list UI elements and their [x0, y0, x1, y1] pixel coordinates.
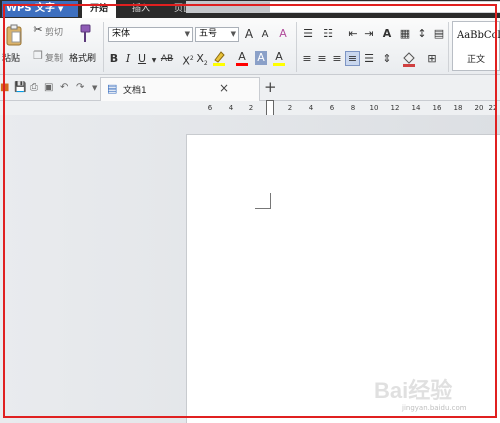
watermark-text: Bai经验: [374, 378, 452, 403]
ribbon-divider: [296, 22, 297, 72]
superscript-button[interactable]: X2: [182, 52, 194, 69]
line-spacing-icon[interactable]: ⇕: [380, 52, 394, 66]
underline-button[interactable]: U: [136, 52, 148, 66]
print-icon[interactable]: ⎙: [30, 81, 38, 95]
subscript-x: X: [196, 52, 204, 65]
ruler-tick: 6: [207, 104, 213, 112]
chevron-down-icon[interactable]: ▼: [92, 81, 97, 95]
ribbon-toolbar: 粘贴 ✂ 剪切 ❐ 复制 格式刷 宋体 ▼ 五号 ▼ A A A B I U ▼ A…: [0, 18, 500, 75]
app-title: WPS 文字: [6, 3, 56, 14]
style-preview-text: AaBbCcDd: [457, 30, 500, 41]
strikethrough-button[interactable]: AB: [158, 52, 176, 66]
ruler-tick: 2: [248, 104, 254, 112]
watermark-url: jingyan.baidu.com: [402, 404, 467, 412]
redo-icon[interactable]: ↷: [76, 81, 84, 95]
indent-marker[interactable]: [266, 100, 274, 116]
ruler-tick: 22: [488, 104, 498, 112]
document-tab-label: 文档1: [123, 86, 147, 96]
subscript-button[interactable]: X2: [196, 52, 208, 71]
font-color-button[interactable]: A: [236, 50, 248, 66]
font-name-select[interactable]: 宋体 ▼: [108, 27, 193, 42]
align-left-icon[interactable]: ≡: [300, 52, 314, 66]
copy-icon[interactable]: ❐: [32, 49, 44, 63]
paste-button[interactable]: 粘贴: [2, 51, 20, 64]
ruler-tick: 10: [369, 104, 379, 112]
close-tab-button[interactable]: ×: [219, 81, 229, 95]
dropdown-caret-icon: ▼: [58, 5, 64, 13]
char-shading-button[interactable]: A: [255, 51, 267, 65]
ruler-tick: 20: [474, 104, 484, 112]
chevron-down-icon: ▼: [184, 30, 190, 38]
format-painter-button[interactable]: 格式刷: [69, 51, 96, 64]
chevron-down-icon[interactable]: ▼: [150, 54, 158, 68]
ribbon-divider: [103, 22, 104, 72]
copy-button[interactable]: 复制: [45, 51, 63, 64]
open-folder-icon[interactable]: ■: [0, 81, 9, 95]
text-direction-icon[interactable]: A: [380, 27, 394, 41]
document-icon: ▤: [107, 82, 118, 95]
ruler-tick: 16: [432, 104, 442, 112]
increase-indent-icon[interactable]: ⇥: [362, 27, 376, 41]
undo-icon[interactable]: ↶: [60, 81, 68, 95]
highlight-color-swatch: [273, 63, 285, 66]
align-center-icon[interactable]: ≡: [315, 52, 329, 66]
grow-font-button[interactable]: A: [243, 27, 255, 41]
text-highlight-letter: A: [275, 50, 283, 63]
bullet-list-icon[interactable]: ☰: [300, 27, 316, 41]
align-right-icon[interactable]: ≡: [330, 52, 344, 66]
highlighter-icon[interactable]: [212, 50, 226, 70]
app-menu-button[interactable]: WPS 文字 ▼: [2, 1, 78, 17]
text-highlight-button[interactable]: A: [272, 50, 286, 66]
borders-icon[interactable]: ⊞: [425, 52, 439, 66]
justify-icon[interactable]: ≡: [345, 51, 360, 66]
ruler-tick: 4: [308, 104, 314, 112]
font-color-swatch: [236, 63, 248, 66]
style-gallery-normal[interactable]: AaBbCcDd 正文: [452, 21, 500, 71]
document-tab-bar: ■ 💾 ⎙ ▣ ↶ ↷ ▼ ▤ 文档1 × +: [0, 75, 500, 101]
subscript-mark: 2: [203, 60, 208, 68]
ruler-tick: 6: [329, 104, 335, 112]
bold-button[interactable]: B: [108, 52, 120, 66]
save-icon[interactable]: 💾: [14, 81, 26, 95]
numbered-list-icon[interactable]: ☷: [320, 27, 336, 41]
decrease-indent-icon[interactable]: ⇤: [346, 27, 360, 41]
superscript-x: X: [182, 54, 190, 68]
clear-formatting-button[interactable]: A: [276, 27, 290, 41]
table-grid-icon[interactable]: ▦: [398, 27, 412, 41]
ruler-tick: 8: [350, 104, 356, 112]
font-color-letter: A: [238, 50, 246, 63]
ruler-tick: 18: [453, 104, 463, 112]
paste-icon[interactable]: [4, 24, 24, 46]
format-painter-icon[interactable]: [74, 24, 94, 44]
baidu-watermark: Bai经验: [372, 372, 492, 408]
ribbon-divider: [448, 22, 449, 72]
tab-insert[interactable]: 插入: [124, 0, 158, 18]
font-name-value: 宋体: [112, 29, 131, 39]
distribute-icon[interactable]: ☰: [362, 52, 376, 66]
show-marks-icon[interactable]: ▤: [432, 27, 446, 41]
ruler-tick: 4: [228, 104, 234, 112]
tab-document[interactable]: ▤ 文档1 ×: [100, 77, 260, 101]
new-tab-button[interactable]: +: [264, 77, 277, 97]
ruler-tick: 12: [390, 104, 400, 112]
tab-home[interactable]: 开始: [82, 0, 116, 18]
chevron-down-icon: ▼: [230, 30, 236, 38]
font-size-select[interactable]: 五号 ▼: [195, 27, 239, 42]
sort-icon[interactable]: ↕: [416, 27, 428, 41]
shrink-font-button[interactable]: A: [259, 28, 271, 42]
paint-bucket-icon[interactable]: [402, 51, 416, 71]
page-margin-corner-mark: [255, 193, 271, 209]
ruler-margin-region: [186, 1, 270, 13]
font-size-value: 五号: [199, 29, 218, 39]
italic-button[interactable]: I: [123, 52, 133, 66]
print-preview-icon[interactable]: ▣: [44, 81, 53, 95]
ruler-tick: 2: [287, 104, 293, 112]
ruler-tick: 14: [411, 104, 421, 112]
style-name: 正文: [467, 55, 486, 65]
scissors-icon[interactable]: ✂: [32, 23, 44, 37]
superscript-mark: 2: [189, 55, 194, 62]
cut-button[interactable]: 剪切: [45, 25, 63, 38]
